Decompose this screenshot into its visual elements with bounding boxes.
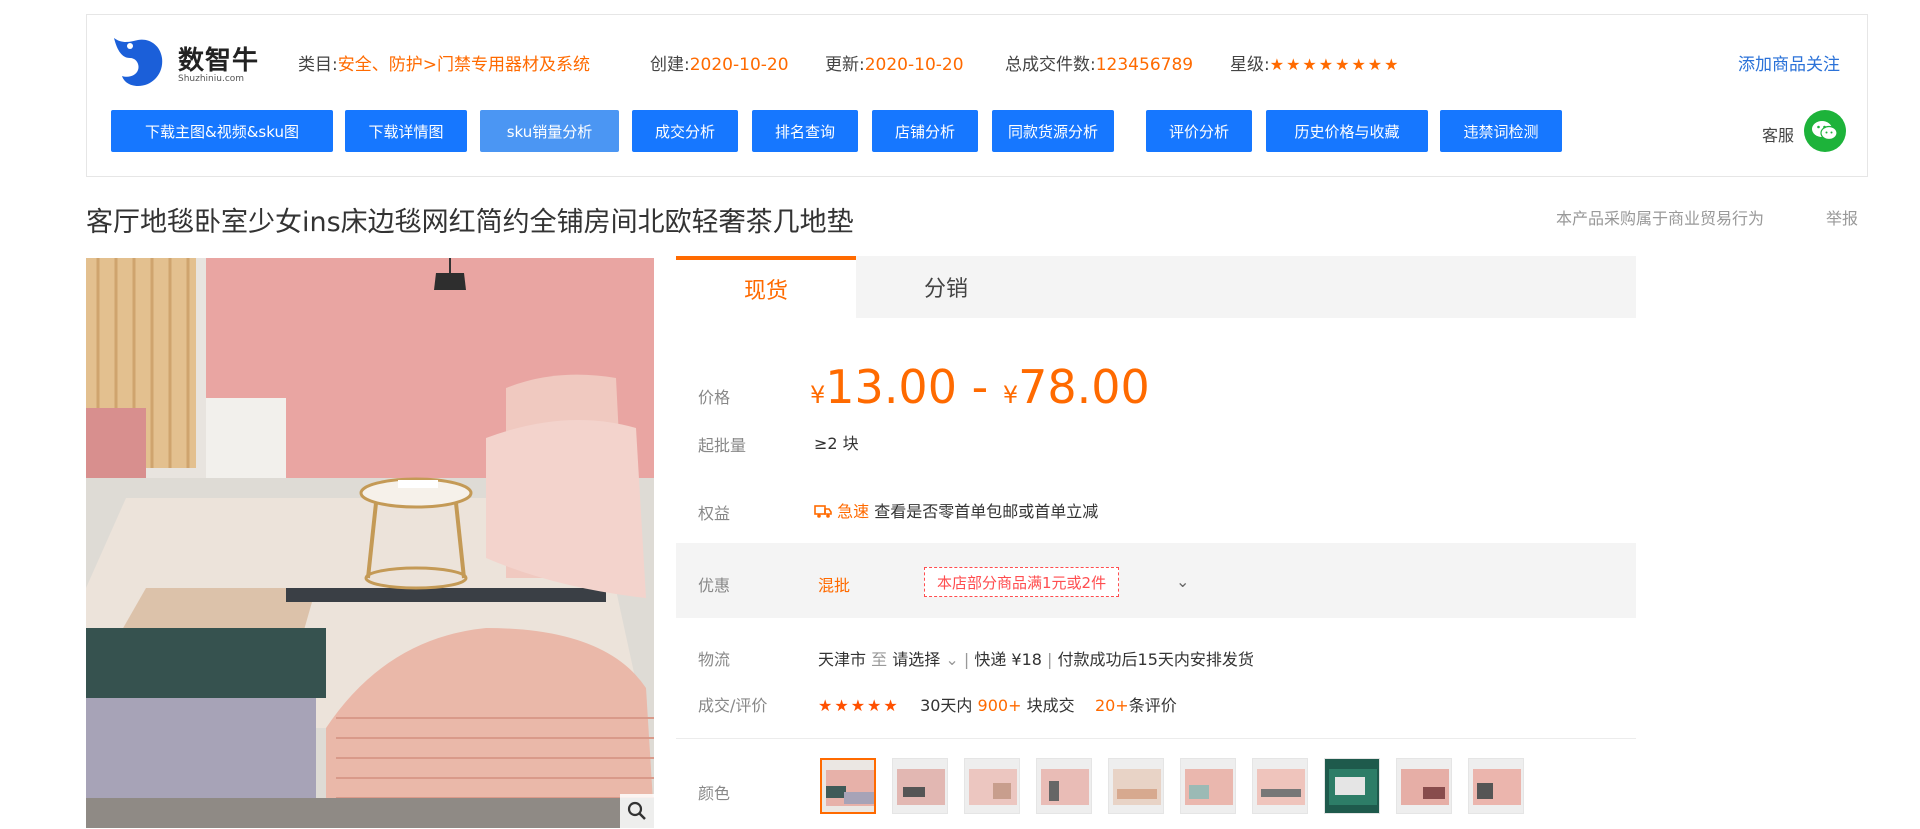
chevron-down-icon[interactable]: ⌄ [1176,572,1189,591]
banned-words-check-button[interactable]: 违禁词检测 [1440,110,1562,152]
promotion-coupon[interactable]: 本店部分商品满1元或2件 [924,567,1120,597]
star-level-stars: ★★★★★★★★ [1269,55,1401,74]
updated-value: 2020-10-20 [864,55,964,75]
product-title: 客厅地毯卧室少女ins床边毯网红简约全铺房间北欧轻奢茶几地垫 [86,207,854,238]
ship-from: 天津市 [818,650,867,669]
tab-distribution[interactable]: 分销 [856,256,1036,318]
category-meta: 类目:安全、防护>门禁专用器材及系统 [298,50,590,75]
rating-info: ★★★★★ 30天内 900+ 块成交 20+条评价 [818,692,1177,716]
created-value: 2020-10-20 [689,55,789,75]
review-unit[interactable]: 条评价 [1129,696,1177,715]
currency-symbol: ¥ [810,381,826,409]
transaction-analysis-button[interactable]: 成交分析 [632,110,738,152]
destination-select[interactable]: 请选择 [892,650,940,669]
report-link[interactable]: 举报 [1826,205,1858,229]
category-label: 类目: [298,55,338,75]
sales-count: 900+ [977,696,1022,715]
created-meta: 创建:2020-10-20 [650,50,789,75]
trade-note: 本产品采购属于商业贸易行为 [1556,209,1765,228]
moq-value: ≥2 块 [814,434,859,453]
total-sold-meta: 总成交件数:123456789 [1005,50,1193,75]
updated-label: 更新: [825,55,865,75]
divider [676,738,1636,739]
color-option-7[interactable] [1252,758,1308,814]
shop-analysis-button[interactable]: 店铺分析 [872,110,978,152]
currency-symbol: ¥ [1002,381,1019,409]
living-room-rug-photo [86,258,654,828]
logistics-info: 天津市 至 请选择 ⌄ | 快递 ¥18 | 付款成功后15天内安排发货 [818,646,1254,670]
category-value: 安全、防护>门禁专用器材及系统 [337,55,590,75]
rating-label: 成交/评价 [698,696,768,715]
add-follow-link[interactable]: 添加商品关注 [1738,50,1840,75]
plugin-toolbar-panel [86,14,1868,177]
color-option-3[interactable] [964,758,1020,814]
cow-logo-icon [114,38,163,86]
benefit-text: 查看是否零首单包邮或首单立减 [874,502,1099,521]
download-detail-images-button[interactable]: 下载详情图 [345,110,467,152]
created-label: 创建: [650,55,690,75]
price-separator: - [956,360,1003,414]
color-option-1[interactable] [820,758,876,814]
updated-meta: 更新:2020-10-20 [825,50,964,75]
star-level-meta: 星级:★★★★★★★★ [1230,50,1400,75]
main-product-image[interactable] [86,258,654,828]
benefit-info: 急速 查看是否零首单包邮或首单立减 [814,498,1098,522]
color-option-4[interactable] [1036,758,1092,814]
express-fee: 快递 ¥18 [974,650,1042,669]
logistics-label: 物流 [698,650,731,669]
review-analysis-button[interactable]: 评价分析 [1146,110,1252,152]
total-sold-label: 总成交件数: [1005,55,1096,75]
color-option-2[interactable] [892,758,948,814]
color-label: 颜色 [698,784,731,803]
color-option-10[interactable] [1468,758,1524,814]
color-option-6[interactable] [1180,758,1236,814]
same-source-analysis-button[interactable]: 同款货源分析 [992,110,1114,152]
total-sold-value: 123456789 [1095,55,1194,75]
wechat-service-button[interactable] [1804,110,1846,152]
chevron-down-icon[interactable]: ⌄ [945,650,958,669]
brand-name: 数智牛 [178,46,260,76]
star-level-label: 星级: [1230,55,1270,75]
separator: | [963,650,970,669]
brand-domain: Shuzhiniu.com [178,74,245,84]
review-count[interactable]: 20+ [1095,696,1129,715]
tab-spot-goods[interactable]: 现货 [676,256,856,318]
promotion-label: 优惠 [698,576,731,595]
download-main-images-button[interactable]: 下载主图&视频&sku图 [111,110,333,152]
price-history-button[interactable]: 历史价格与收藏 [1266,110,1428,152]
color-option-9[interactable] [1396,758,1452,814]
benefit-tag[interactable]: 急速 [837,502,869,521]
price-low: 13.00 [825,360,957,414]
color-option-5[interactable] [1108,758,1164,814]
shipping-time: 付款成功后15天内安排发货 [1057,650,1254,669]
price-high: 78.00 [1018,360,1150,414]
benefit-label: 权益 [698,504,731,523]
ranking-query-button[interactable]: 排名查询 [752,110,858,152]
sales-period: 30天内 [920,696,973,715]
rating-stars: ★★★★★ [818,696,900,715]
sales-unit: 块成交 [1026,696,1075,715]
separator: | [1047,650,1053,669]
mixed-batch-tag: 混批 [818,576,851,595]
wechat-icon [1812,121,1838,141]
ship-to-label: 至 [871,650,888,669]
truck-icon [814,505,832,518]
zoom-button[interactable] [620,794,654,828]
sku-sales-analysis-button[interactable]: sku销量分析 [480,110,619,152]
customer-service-label: 客服 [1762,126,1795,145]
price-label: 价格 [698,388,731,407]
brand-logo: 数智牛 Shuzhiniu.com [108,28,268,92]
magnifier-icon [627,801,646,820]
moq-label: 起批量 [698,436,747,455]
price-range: ¥13.00 - ¥78.00 [810,360,1150,414]
color-option-8[interactable] [1324,758,1380,814]
